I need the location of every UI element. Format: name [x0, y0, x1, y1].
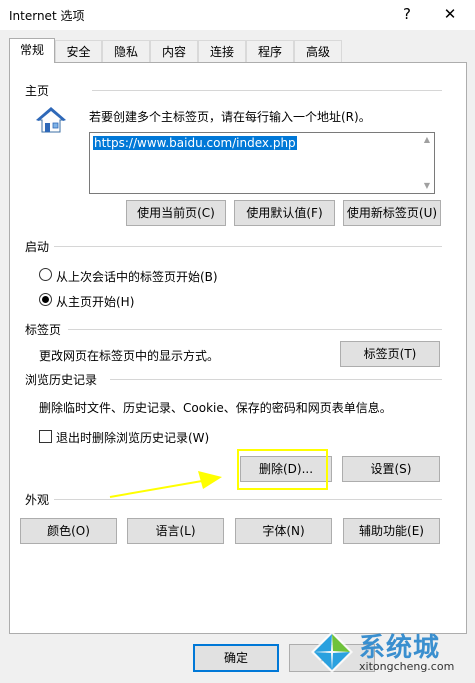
startup-group-label: 启动	[25, 240, 50, 254]
annotation-highlight-box	[237, 449, 328, 490]
title-bar: Internet 选项 ? ✕	[0, 0, 475, 30]
homepage-url-text: https://www.baidu.com/index.php	[93, 136, 297, 150]
tab-privacy[interactable]: 隐私	[102, 40, 150, 62]
startup-last-session-label[interactable]: 从上次会话中的标签页开始(B)	[56, 268, 218, 285]
homepage-group-divider	[92, 90, 442, 91]
tab-advanced[interactable]: 高级	[294, 40, 342, 62]
close-button[interactable]: ✕	[437, 3, 463, 25]
watermark: 系统城 xitongcheng.com	[309, 627, 469, 677]
startup-group-divider	[54, 246, 442, 247]
tabs-group-divider	[68, 329, 442, 330]
tab-content[interactable]: 内容	[150, 40, 198, 62]
history-group-label: 浏览历史记录	[25, 373, 98, 387]
tab-general[interactable]: 常规	[9, 38, 55, 63]
ok-button[interactable]: 确定	[193, 644, 279, 672]
window-title: Internet 选项	[9, 9, 85, 23]
annotation-arrow-icon	[106, 467, 226, 503]
help-button[interactable]: ?	[394, 3, 420, 25]
scroll-up-icon[interactable]: ▲	[420, 133, 434, 147]
use-current-button[interactable]: 使用当前页(C)	[126, 200, 226, 226]
tabs-settings-button[interactable]: 标签页(T)	[340, 341, 440, 367]
use-default-button[interactable]: 使用默认值(F)	[234, 200, 335, 226]
homepage-url-textarea[interactable]: https://www.baidu.com/index.php ▲ ▼	[89, 132, 435, 194]
homepage-description: 若要创建多个主标签页，请在每行输入一个地址(R)。	[89, 110, 371, 124]
tabs-group-label: 标签页	[25, 323, 62, 337]
delete-on-exit-label[interactable]: 退出时删除浏览历史记录(W)	[56, 429, 209, 446]
accessibility-button[interactable]: 辅助功能(E)	[343, 518, 440, 544]
watermark-url: xitongcheng.com	[359, 660, 455, 673]
startup-home-radio[interactable]	[39, 293, 52, 306]
delete-on-exit-checkbox[interactable]	[39, 430, 52, 443]
startup-last-session-radio[interactable]	[39, 268, 52, 281]
tab-connections[interactable]: 连接	[198, 40, 246, 62]
textarea-scrollbar[interactable]: ▲ ▼	[420, 133, 434, 193]
appearance-group-label: 外观	[25, 493, 50, 507]
general-tab-panel: 主页 若要创建多个主标签页，请在每行输入一个地址(R)。 https://www…	[9, 62, 467, 634]
history-group-divider	[110, 379, 442, 380]
fonts-button[interactable]: 字体(N)	[235, 518, 332, 544]
homepage-group-label: 主页	[25, 84, 50, 98]
scroll-down-icon[interactable]: ▼	[420, 179, 434, 193]
tab-programs[interactable]: 程序	[246, 40, 294, 62]
languages-button[interactable]: 语言(L)	[127, 518, 224, 544]
use-new-tab-button[interactable]: 使用新标签页(U)	[343, 200, 441, 226]
watermark-logo-icon	[309, 629, 355, 675]
colors-button[interactable]: 颜色(O)	[20, 518, 117, 544]
history-description: 删除临时文件、历史记录、Cookie、保存的密码和网页表单信息。	[39, 401, 392, 415]
tab-security[interactable]: 安全	[55, 40, 102, 62]
watermark-brand: 系统城	[359, 633, 441, 663]
history-settings-button[interactable]: 设置(S)	[342, 456, 440, 482]
startup-home-label[interactable]: 从主页开始(H)	[56, 293, 134, 310]
house-icon	[36, 106, 66, 134]
tabs-description: 更改网页在标签页中的显示方式。	[39, 349, 220, 363]
